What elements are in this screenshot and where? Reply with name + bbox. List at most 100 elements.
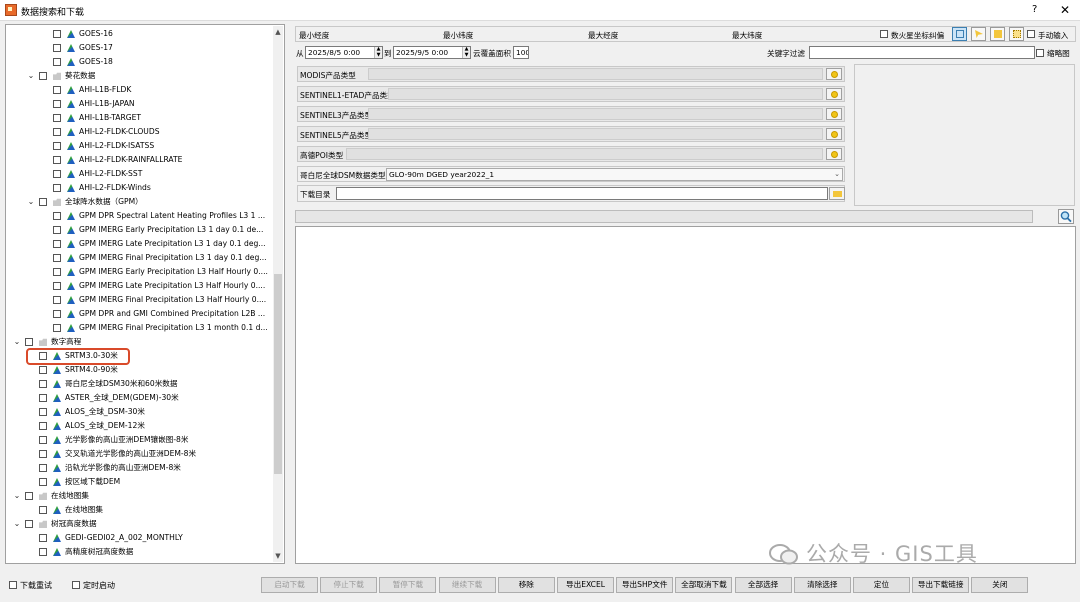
tree-node-checkbox[interactable] [25, 492, 33, 500]
draw-rect-button[interactable] [952, 27, 967, 41]
tree-node-checkbox[interactable] [39, 72, 47, 80]
timer-option[interactable]: 定时启动 [72, 580, 115, 591]
tree-node-checkbox[interactable] [39, 198, 47, 206]
tree-node-checkbox[interactable] [53, 30, 61, 38]
tree-node-checkbox[interactable] [25, 338, 33, 346]
date-spin-icon[interactable]: ▲ ▼ [462, 47, 470, 58]
timer-checkbox[interactable] [72, 581, 80, 589]
tree-scrollbar[interactable]: ▲ ▼ [273, 26, 283, 562]
tree-node-checkbox[interactable] [53, 240, 61, 248]
tree-node-checkbox[interactable] [39, 450, 47, 458]
scroll-thumb[interactable] [274, 274, 282, 474]
bottom-action-button[interactable]: 导出EXCEL [557, 577, 614, 593]
tree-node-checkbox[interactable] [39, 464, 47, 472]
dataset-icon [53, 366, 61, 374]
tree-node-label: GPM DPR Spectral Latent Heating Profiles… [79, 211, 266, 220]
tree-node-checkbox[interactable] [53, 128, 61, 136]
grid-button[interactable] [1009, 27, 1024, 41]
result-list[interactable] [295, 226, 1076, 564]
search-button[interactable] [1058, 209, 1074, 224]
tree-node-checkbox[interactable] [53, 324, 61, 332]
tree-node-checkbox[interactable] [53, 226, 61, 234]
tree-node-checkbox[interactable] [53, 170, 61, 178]
product-type-picker-button[interactable] [826, 68, 842, 80]
tree-node-checkbox[interactable] [53, 184, 61, 192]
bottom-action-button[interactable]: 移除 [497, 577, 555, 593]
product-type-row: 高德POI类型 [297, 146, 845, 162]
product-type-picker-button[interactable] [826, 88, 842, 100]
tree-node-checkbox[interactable] [53, 100, 61, 108]
tree-node-checkbox[interactable] [53, 310, 61, 318]
end-date-picker[interactable]: 2025/9/5 0:00 ▲ ▼ [393, 46, 471, 59]
product-type-picker-button[interactable] [826, 108, 842, 120]
bottom-action-button[interactable]: 全部取消下载 [675, 577, 733, 593]
tree-node-checkbox[interactable] [39, 478, 47, 486]
clear-region-button[interactable] [971, 27, 986, 41]
tree-node-checkbox[interactable] [53, 268, 61, 276]
bottom-action-button[interactable]: 导出SHP文件 [616, 577, 674, 593]
tree-node-checkbox[interactable] [53, 156, 61, 164]
dataset-tree[interactable]: 高精度树冠高度数据 GEDI-GEDI02_A_002_MONTHLY ⌄ 树冠高度数… [5, 24, 285, 564]
tree-node-checkbox[interactable] [39, 422, 47, 430]
start-date-picker[interactable]: 2025/8/5 0:00 ▲ ▼ [305, 46, 383, 59]
bottom-action-button[interactable]: 导出下载链接 [912, 577, 970, 593]
tree-node-checkbox[interactable] [53, 114, 61, 122]
tree-node-checkbox[interactable] [53, 296, 61, 304]
tree-node-checkbox[interactable] [39, 436, 47, 444]
mars-correction-checkbox[interactable] [880, 30, 888, 38]
date-spin-icon[interactable]: ▲ ▼ [374, 47, 382, 58]
tree-node-checkbox[interactable] [25, 520, 33, 528]
open-shape-button[interactable] [990, 27, 1005, 41]
tree-node-checkbox[interactable] [53, 44, 61, 52]
product-type-picker-button[interactable] [826, 148, 842, 160]
timer-label: 定时启动 [83, 581, 115, 590]
bottom-action-button[interactable]: 清除选择 [793, 577, 851, 593]
tree-node-checkbox[interactable] [53, 142, 61, 150]
tree-node-checkbox[interactable] [39, 394, 47, 402]
expand-chevron-icon[interactable]: ⌄ [26, 195, 36, 209]
bottom-action-button[interactable]: 定位 [853, 577, 910, 593]
tree-node-checkbox[interactable] [53, 58, 61, 66]
tree-node-checkbox[interactable] [53, 212, 61, 220]
expand-chevron-icon[interactable]: ⌄ [12, 489, 22, 503]
tree-node-checkbox[interactable] [39, 380, 47, 388]
tree-node-checkbox[interactable] [39, 506, 47, 514]
manual-input-checkbox[interactable] [1027, 30, 1035, 38]
product-type-field[interactable] [388, 88, 823, 100]
tree-node-checkbox[interactable] [53, 86, 61, 94]
tree-node-checkbox[interactable] [53, 282, 61, 290]
download-dir-input[interactable] [336, 187, 828, 200]
product-type-label: 高德POI类型 [300, 151, 344, 160]
product-type-field[interactable] [368, 68, 823, 80]
bottom-action-button[interactable]: 全部选择 [734, 577, 792, 593]
tree-node-checkbox[interactable] [39, 534, 47, 542]
tree-node-checkbox[interactable] [39, 366, 47, 374]
folder-icon [39, 338, 47, 346]
expand-chevron-icon[interactable]: ⌄ [12, 335, 22, 349]
retry-option[interactable]: 下载重试 [9, 580, 52, 591]
bottom-action-button[interactable]: 继续下载 [438, 577, 496, 593]
dsm-type-select[interactable]: GLO-90m DGED year2022_1 ⌄ [386, 168, 843, 181]
scroll-down-arrow-icon[interactable]: ▼ [273, 550, 283, 562]
product-type-field[interactable] [368, 128, 823, 140]
retry-checkbox[interactable] [9, 581, 17, 589]
browse-folder-button[interactable] [829, 187, 845, 200]
scroll-up-arrow-icon[interactable]: ▲ [273, 26, 283, 38]
bottom-action-button[interactable]: 关闭 [971, 577, 1029, 593]
expand-chevron-icon[interactable]: ⌄ [12, 517, 22, 531]
help-button[interactable]: ? [1032, 3, 1037, 17]
product-type-field[interactable] [368, 108, 823, 120]
bottom-action-button[interactable]: 启动下载 [261, 577, 318, 593]
keyword-filter-input[interactable] [809, 46, 1035, 59]
cloud-cover-input[interactable]: 100 [513, 46, 529, 59]
tree-node-checkbox[interactable] [39, 408, 47, 416]
close-window-button[interactable]: ✕ [1060, 3, 1070, 17]
thumbnail-checkbox[interactable] [1036, 49, 1044, 57]
bottom-action-button[interactable]: 暂停下载 [379, 577, 437, 593]
product-type-picker-button[interactable] [826, 128, 842, 140]
product-type-field[interactable] [346, 148, 823, 160]
bottom-action-button[interactable]: 停止下载 [320, 577, 378, 593]
tree-node-checkbox[interactable] [53, 254, 61, 262]
tree-node-checkbox[interactable] [39, 548, 47, 556]
expand-chevron-icon[interactable]: ⌄ [26, 69, 36, 83]
